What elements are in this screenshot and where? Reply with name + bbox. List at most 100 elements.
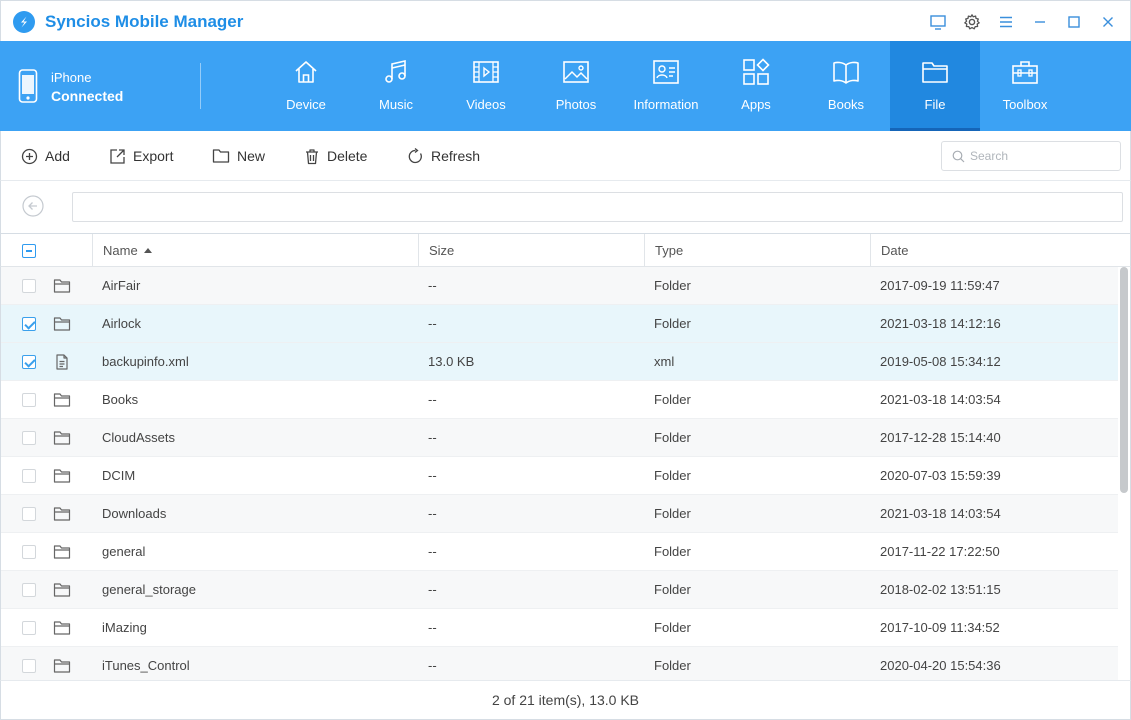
tab-label: Device xyxy=(286,97,326,112)
feedback-icon[interactable] xyxy=(927,11,949,33)
minimize-icon[interactable] xyxy=(1029,11,1051,33)
device-info[interactable]: iPhone Connected xyxy=(0,41,200,131)
folder-icon xyxy=(53,316,71,332)
device-status: Connected xyxy=(51,88,124,104)
cell-type: Folder xyxy=(654,430,691,445)
cell-date: 2017-12-28 15:14:40 xyxy=(880,430,1001,445)
cell-size: -- xyxy=(428,392,437,407)
tab-books[interactable]: Books xyxy=(801,41,891,131)
new-folder-icon xyxy=(212,149,230,163)
delete-button[interactable]: Delete xyxy=(304,145,367,167)
tab-information[interactable]: Information xyxy=(621,41,711,131)
cell-name: AirFair xyxy=(102,278,141,293)
row-checkbox[interactable] xyxy=(22,469,36,483)
plus-circle-icon xyxy=(21,148,38,164)
tab-device[interactable]: Device xyxy=(261,41,351,131)
folder-icon xyxy=(53,582,71,598)
device-name: iPhone xyxy=(51,70,92,85)
tab-apps[interactable]: Apps xyxy=(711,41,801,131)
table-row[interactable]: Airlock -- Folder 2021-03-18 14:12:16 xyxy=(1,305,1119,343)
path-input[interactable] xyxy=(72,192,1123,222)
cell-date: 2018-02-02 13:51:15 xyxy=(880,582,1001,597)
search-input[interactable] xyxy=(970,146,1115,166)
folder-icon xyxy=(53,544,71,560)
cell-size: -- xyxy=(428,278,437,293)
cell-date: 2021-03-18 14:03:54 xyxy=(880,506,1001,521)
folder-icon xyxy=(53,468,71,484)
table-row[interactable]: backupinfo.xml 13.0 KB xml 2019-05-08 15:34… xyxy=(1,343,1119,381)
column-header-date[interactable]: Date xyxy=(870,234,1130,267)
column-header-size[interactable]: Size xyxy=(418,234,644,267)
cell-date: 2019-05-08 15:34:12 xyxy=(880,354,1001,369)
folder-icon xyxy=(53,658,71,674)
table-row[interactable]: Books -- Folder 2021-03-18 14:03:54 xyxy=(1,381,1119,419)
tab-file[interactable]: File xyxy=(890,41,980,131)
table-scrollbar[interactable] xyxy=(1118,267,1130,680)
cell-size: 13.0 KB xyxy=(428,354,475,369)
table-row[interactable]: Downloads -- Folder 2021-03-18 14:03:54 xyxy=(1,495,1119,533)
table-row[interactable]: CloudAssets -- Folder 2017-12-28 15:14:40 xyxy=(1,419,1119,457)
cell-name: iMazing xyxy=(102,620,147,635)
music-note-icon xyxy=(385,59,406,83)
cell-size: -- xyxy=(428,468,437,483)
column-header-label: Name xyxy=(103,243,138,258)
add-button[interactable]: Add xyxy=(21,145,70,167)
cell-size: -- xyxy=(428,506,437,521)
row-checkbox[interactable] xyxy=(22,583,36,597)
tab-label: File xyxy=(924,97,946,112)
table-row[interactable]: iMazing -- Folder 2017-10-09 11:34:52 xyxy=(1,609,1119,647)
cell-name: general xyxy=(102,544,146,559)
export-button[interactable]: Export xyxy=(109,145,173,167)
cell-date: 2021-03-18 14:12:16 xyxy=(880,316,1001,331)
file-table: AirFair -- Folder 2017-09-19 11:59:47 Airloc… xyxy=(0,267,1131,680)
add-label: Add xyxy=(45,148,70,164)
close-icon[interactable] xyxy=(1097,11,1119,33)
app-title: Syncios Mobile Manager xyxy=(45,12,244,31)
gear-icon[interactable] xyxy=(961,11,983,33)
table-row[interactable]: general -- Folder 2017-11-22 17:22:50 xyxy=(1,533,1119,571)
tab-photos[interactable]: Photos xyxy=(531,41,621,131)
book-icon xyxy=(833,61,859,84)
row-checkbox[interactable] xyxy=(22,507,36,521)
row-checkbox[interactable] xyxy=(22,317,36,331)
tab-toolbox[interactable]: Toolbox xyxy=(980,41,1070,131)
home-icon xyxy=(295,61,317,83)
column-header-label: Date xyxy=(881,243,909,258)
back-arrow-icon[interactable] xyxy=(22,195,44,217)
row-checkbox[interactable] xyxy=(22,279,36,293)
row-checkbox[interactable] xyxy=(22,621,36,635)
new-folder-button[interactable]: New xyxy=(212,145,265,167)
table-row[interactable]: iTunes_Control -- Folder 2020-04-20 15:54:3… xyxy=(1,647,1119,680)
status-bar: 2 of 21 item(s), 13.0 KB xyxy=(0,680,1131,720)
menu-icon[interactable] xyxy=(995,11,1017,33)
cell-name: iTunes_Control xyxy=(102,658,190,673)
cell-type: Folder xyxy=(654,582,691,597)
cell-type: Folder xyxy=(654,316,691,331)
export-icon xyxy=(110,148,125,164)
column-header-type[interactable]: Type xyxy=(644,234,870,267)
maximize-icon[interactable] xyxy=(1063,11,1085,33)
row-checkbox[interactable] xyxy=(22,355,36,369)
table-header: Name Size Type Date xyxy=(0,233,1131,267)
phone-icon xyxy=(18,69,38,108)
table-row[interactable]: general_storage -- Folder 2018-02-02 13:51:… xyxy=(1,571,1119,609)
cell-date: 2017-11-22 17:22:50 xyxy=(880,544,1000,559)
table-row[interactable]: DCIM -- Folder 2020-07-03 15:59:39 xyxy=(1,457,1119,495)
table-row[interactable]: AirFair -- Folder 2017-09-19 11:59:47 xyxy=(1,267,1119,305)
tab-videos[interactable]: Videos xyxy=(441,41,531,131)
scrollbar-thumb[interactable] xyxy=(1120,267,1128,493)
row-checkbox[interactable] xyxy=(22,545,36,559)
cell-type: Folder xyxy=(654,468,691,483)
column-header-name[interactable]: Name xyxy=(92,234,418,267)
row-checkbox[interactable] xyxy=(22,393,36,407)
tab-label: Books xyxy=(827,97,865,112)
select-all-checkbox[interactable] xyxy=(22,244,36,258)
cell-type: Folder xyxy=(654,506,691,521)
cell-date: 2017-10-09 11:34:52 xyxy=(880,620,1000,635)
row-checkbox[interactable] xyxy=(22,431,36,445)
tab-music[interactable]: Music xyxy=(351,41,441,131)
refresh-button[interactable]: Refresh xyxy=(407,145,480,167)
cell-size: -- xyxy=(428,658,437,673)
cell-date: 2021-03-18 14:03:54 xyxy=(880,392,1001,407)
row-checkbox[interactable] xyxy=(22,659,36,673)
